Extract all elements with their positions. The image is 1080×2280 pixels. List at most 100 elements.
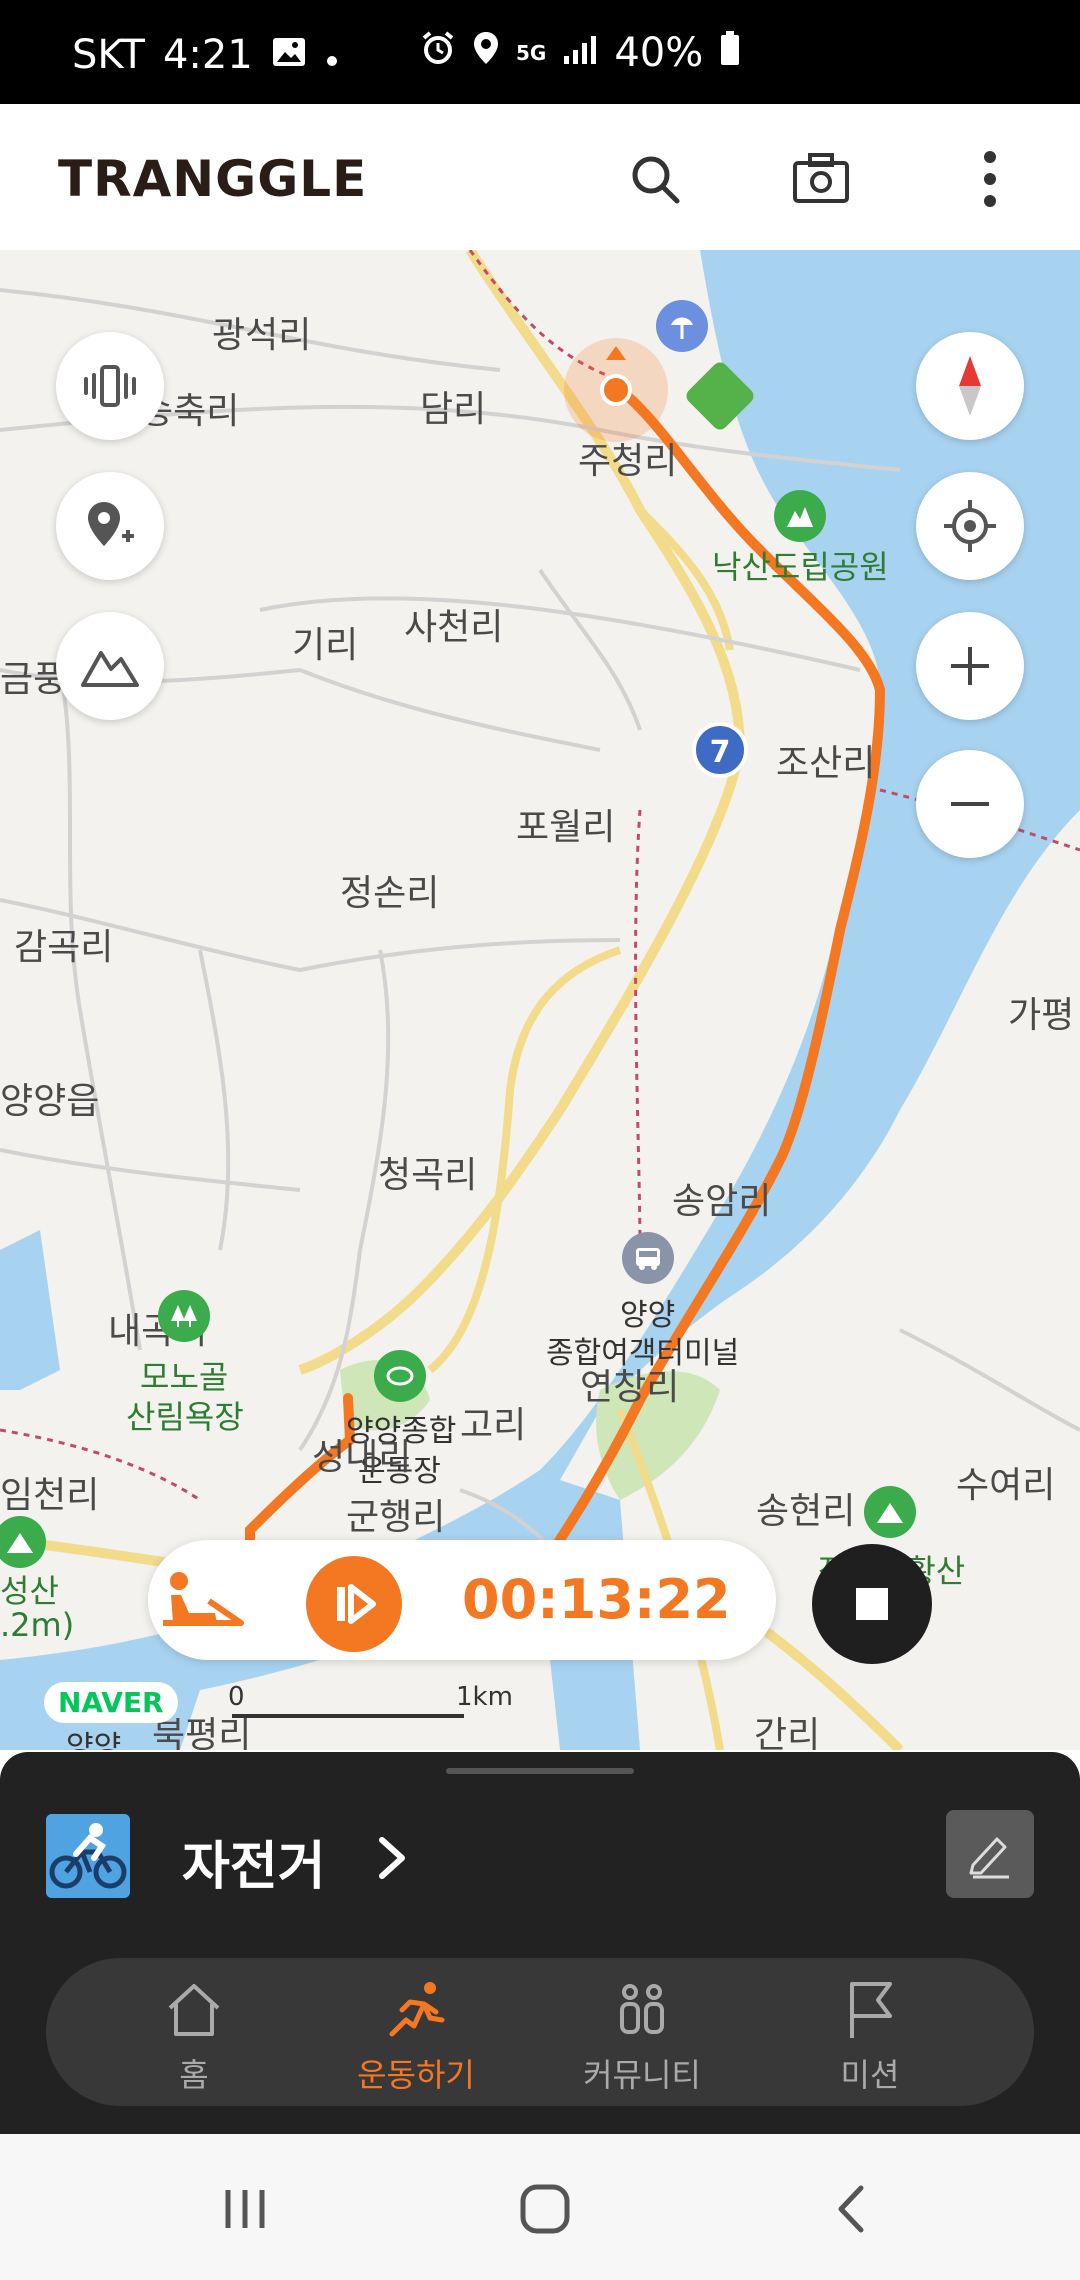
mountain-poi-icon[interactable] (774, 490, 826, 542)
camera-button[interactable] (786, 144, 856, 214)
scale-start-label: 0 (228, 1682, 245, 1712)
mountain-icon (81, 651, 139, 687)
place-label: 정손리 (340, 873, 440, 914)
highway-number: 7 (710, 735, 731, 770)
my-location-button[interactable] (916, 472, 1024, 580)
place-label: 사천리 (404, 607, 504, 648)
forest-poi-icon[interactable] (158, 1290, 210, 1342)
dot-icon (325, 32, 339, 78)
status-bar: SKT 4:21 5G 40% (0, 0, 1080, 104)
app-logo: TRANGGLE (58, 150, 368, 208)
recent-apps-button[interactable] (210, 2174, 280, 2244)
stop-button[interactable] (812, 1544, 932, 1664)
camera-icon (793, 153, 849, 203)
battery-icon (719, 30, 741, 76)
place-label: 담리 (420, 389, 487, 430)
tab-mission[interactable]: 미션 (770, 1978, 970, 2098)
clock: 4:21 (162, 32, 253, 78)
compass-icon (959, 356, 981, 416)
signal-icon (562, 30, 598, 76)
map-scale: 0 1km (228, 1682, 513, 1722)
resume-button[interactable] (306, 1556, 402, 1652)
naver-attribution: NAVER (44, 1682, 178, 1723)
beach-poi-icon[interactable] (656, 300, 708, 352)
home-system-button[interactable] (510, 2174, 580, 2244)
place-label: 청곡리 (378, 1155, 478, 1196)
tab-home[interactable]: 홈 (94, 1978, 294, 2098)
place-label: 군행리 (346, 1497, 446, 1538)
network-label: 5G (516, 41, 547, 65)
system-nav-bar (0, 2134, 1080, 2280)
place-label: .2m) (0, 1606, 75, 1644)
compass-button[interactable] (916, 332, 1024, 440)
back-button[interactable] (816, 2174, 886, 2244)
sheet-handle[interactable] (446, 1768, 634, 1774)
tab-community[interactable]: 커뮤니티 (542, 1978, 742, 2098)
rest-person-icon (163, 1572, 244, 1626)
running-icon (389, 1982, 445, 2037)
place-label: 송현리 (756, 1491, 856, 1532)
pencil-icon (969, 1837, 1009, 1879)
crosshair-icon (944, 500, 996, 552)
tab-label: 운동하기 (357, 2056, 475, 2094)
rest-button[interactable] (148, 1544, 260, 1656)
community-icon (620, 1984, 664, 2034)
add-waypoint-button[interactable] (56, 472, 164, 580)
place-label: 고리 (460, 1405, 527, 1446)
lake-area (0, 1230, 60, 1390)
app-root: SKT 4:21 5G 40% TRANGGLE 7 광석리 송축리 담리 주청… (0, 0, 1080, 2280)
current-location-dot (600, 374, 632, 406)
flag-icon (850, 1982, 892, 2038)
stop-icon (856, 1588, 888, 1620)
place-label: 가평 (1008, 995, 1075, 1036)
search-icon (632, 156, 680, 204)
place-label: 양양읍 (0, 1081, 100, 1122)
network-5g-icon: 5G (516, 43, 546, 63)
vibration-icon (84, 365, 136, 407)
back-chevron-icon (838, 2185, 864, 2233)
more-vertical-icon (984, 151, 996, 207)
activity-type-label[interactable]: 자전거 (182, 1824, 326, 1899)
more-options-button[interactable] (955, 144, 1025, 214)
tab-label: 커뮤니티 (583, 2056, 701, 2094)
tab-label: 미션 (840, 2056, 900, 2094)
terrain-button[interactable] (56, 612, 164, 720)
tab-workout[interactable]: 운동하기 (316, 1978, 516, 2098)
place-label: 임천리 (0, 1475, 100, 1516)
map-view[interactable]: 7 광석리 송축리 담리 주청리 낙산도립공원 기리 사천리 금풍 조산리 포월… (0, 250, 1080, 1750)
vibration-toggle-button[interactable] (56, 332, 164, 440)
bottom-sheet: 자전거 홈 운동하기 커뮤니티 미션 (0, 1752, 1080, 2134)
stadium-poi-icon[interactable] (374, 1350, 426, 1402)
scale-end-label: 1km (456, 1682, 513, 1712)
carrier-label: SKT (72, 32, 145, 78)
bus-terminal-icon[interactable] (622, 1232, 674, 1284)
battery-percent: 40% (614, 30, 704, 76)
home-icon (168, 1984, 220, 2036)
mountain-poi-icon[interactable] (864, 1486, 916, 1538)
edit-button[interactable] (946, 1810, 1034, 1898)
place-label: 간리 (754, 1715, 821, 1750)
scale-bar (232, 1714, 464, 1718)
place-label: 낙산도립공원 (712, 548, 889, 586)
map-base: 7 (0, 250, 1080, 1750)
place-label: 송암리 (672, 1181, 772, 1222)
gallery-icon (271, 32, 307, 78)
place-label: 광석리 (212, 315, 312, 356)
zoom-in-button[interactable] (916, 612, 1024, 720)
place-label: 조산리 (776, 743, 876, 784)
chevron-right-icon[interactable] (372, 1834, 412, 1882)
search-button[interactable] (620, 144, 690, 214)
bicycle-icon[interactable] (46, 1814, 130, 1898)
resume-icon (337, 1584, 376, 1624)
tab-label: 홈 (179, 2056, 209, 2094)
place-label: 감곡리 (14, 927, 114, 968)
place-label: 산림욕장 (126, 1398, 244, 1436)
place-label: 기리 (292, 625, 359, 666)
place-label: 양양 (66, 1730, 122, 1750)
zoom-out-button[interactable] (916, 750, 1024, 858)
place-label: 주청리 (578, 441, 678, 482)
place-label: 성내리 (312, 1437, 412, 1478)
place-label: 수여리 (956, 1465, 1056, 1506)
place-label: 연창리 (580, 1367, 680, 1408)
app-header: TRANGGLE (0, 104, 1080, 251)
